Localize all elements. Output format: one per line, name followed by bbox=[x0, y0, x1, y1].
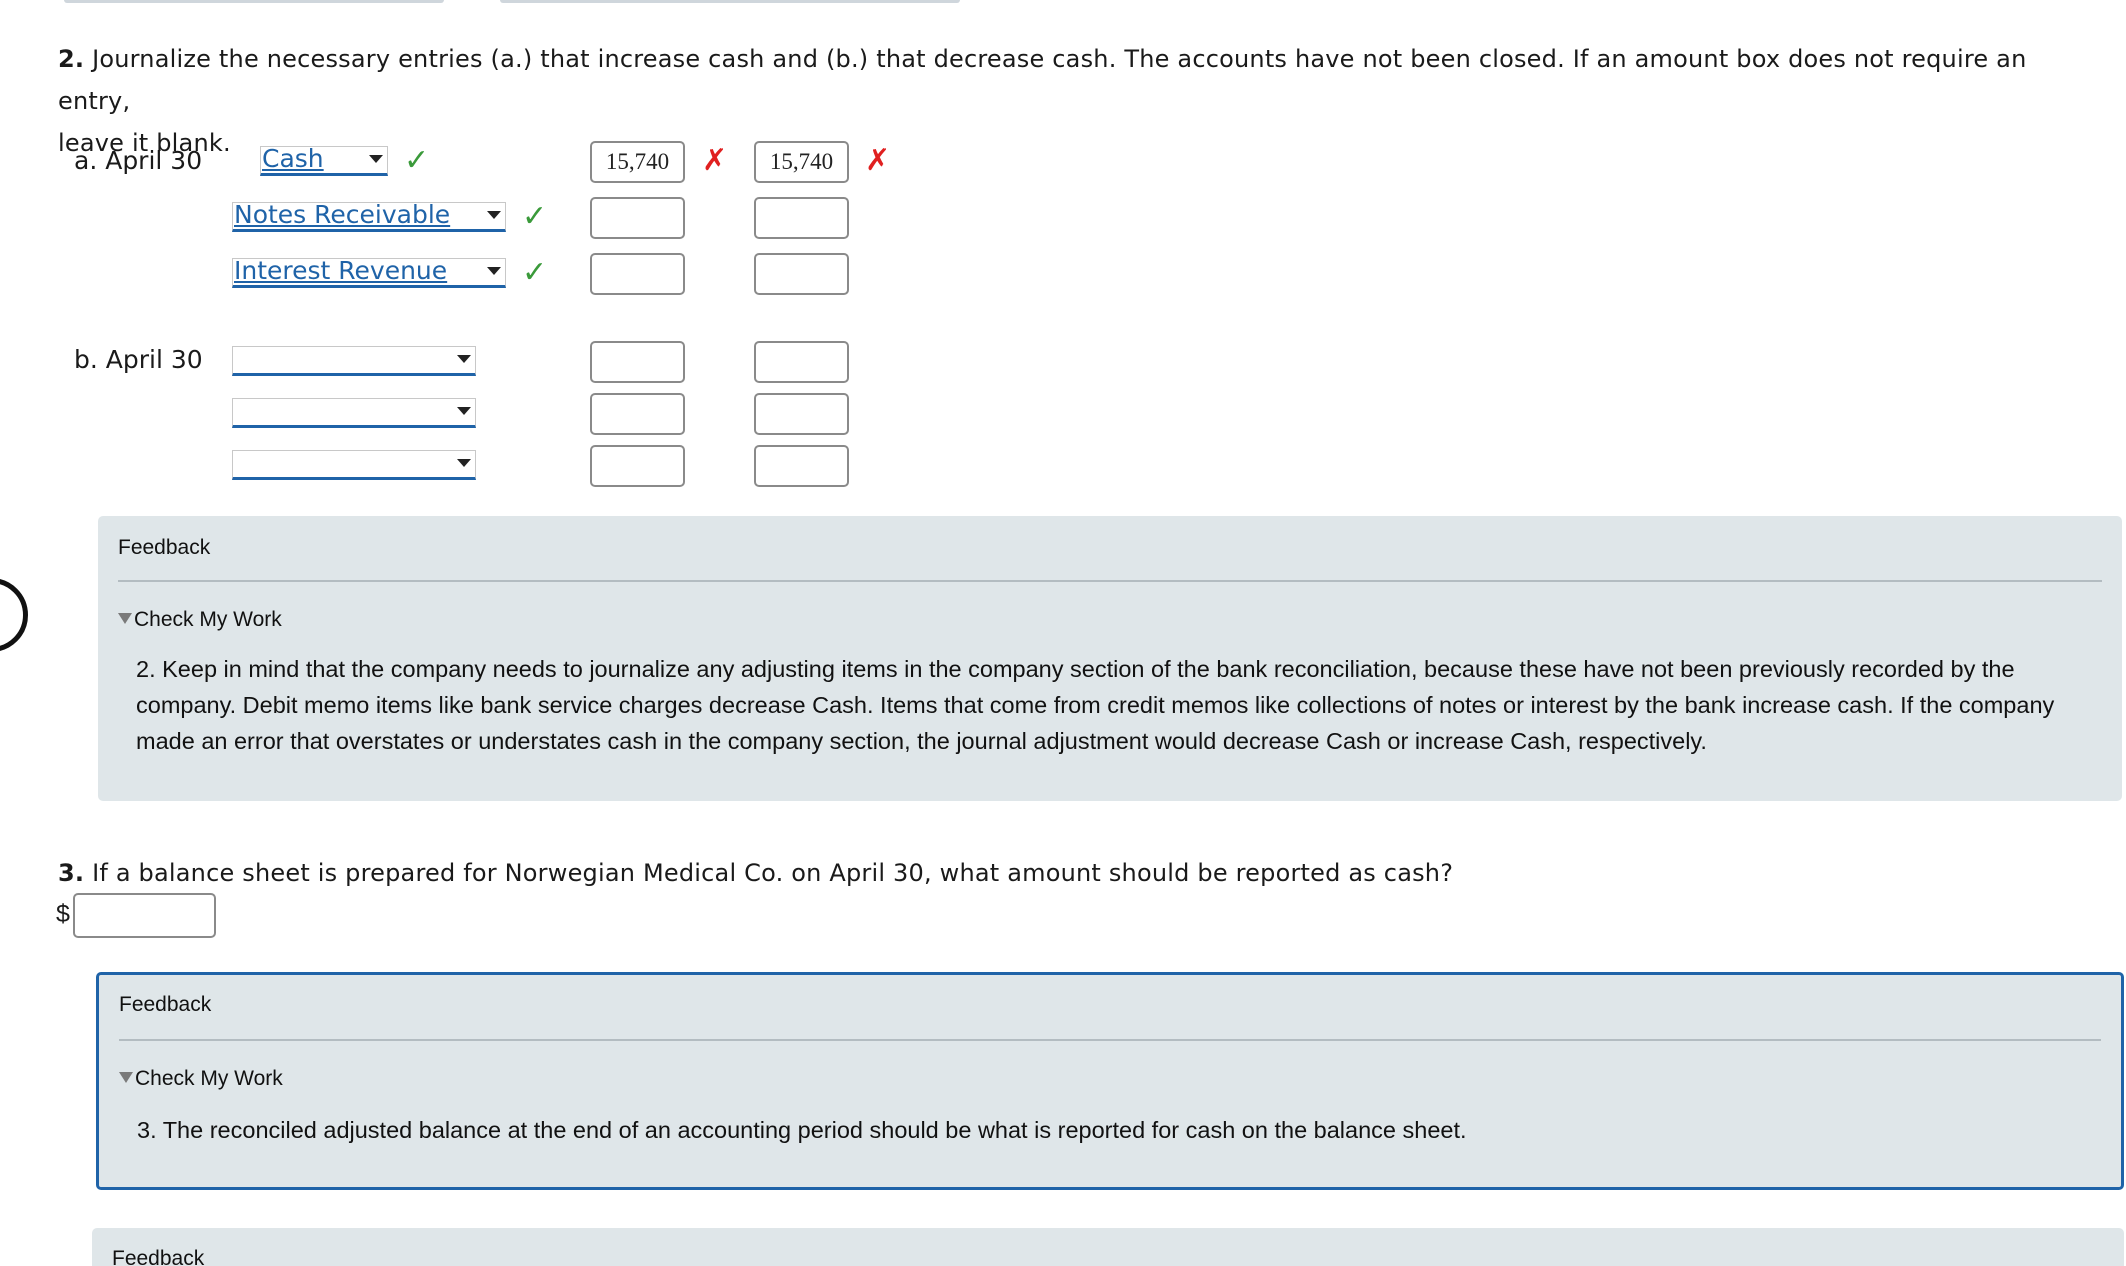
incorrect-x-icon: ✗ bbox=[702, 143, 728, 178]
dropdown-arrow-icon bbox=[369, 155, 383, 163]
top-tab-left[interactable] bbox=[64, 0, 444, 3]
expand-triangle-icon bbox=[119, 1072, 133, 1083]
question-2-line1: Journalize the necessary entries (a.) th… bbox=[58, 45, 2027, 115]
side-nav-circle[interactable] bbox=[0, 578, 28, 652]
selected-account: Notes Receivable bbox=[234, 200, 451, 229]
entry-b-credit-2[interactable] bbox=[754, 393, 849, 435]
correct-check-icon: ✓ bbox=[522, 199, 548, 234]
check-my-work-toggle[interactable]: Check My Work bbox=[118, 608, 282, 632]
feedback-body: 3. The reconciled adjusted balance at th… bbox=[137, 1117, 1467, 1143]
question-number: 3. bbox=[58, 859, 85, 887]
selected-account: Interest Revenue bbox=[234, 256, 448, 285]
entry-b-account-select-2[interactable] bbox=[232, 398, 476, 428]
feedback-divider bbox=[119, 1039, 2101, 1041]
entry-a-credit-1[interactable]: 15,740 bbox=[754, 141, 849, 183]
entry-b-credit-3[interactable] bbox=[754, 445, 849, 487]
feedback-panel-2: Feedback Check My Work 2. Keep in mind t… bbox=[98, 516, 2122, 801]
question-3-text: 3. If a balance sheet is prepared for No… bbox=[58, 852, 2098, 894]
entry-b-debit-2[interactable] bbox=[590, 393, 685, 435]
dropdown-arrow-icon bbox=[457, 407, 471, 415]
entry-a-date: a. April 30 bbox=[74, 146, 203, 175]
entry-a-credit-2[interactable] bbox=[754, 197, 849, 239]
cash-amount-input[interactable] bbox=[73, 893, 216, 938]
entry-a-debit-1[interactable]: 15,740 bbox=[590, 141, 685, 183]
feedback-panel-next: Feedback bbox=[92, 1228, 2124, 1266]
entry-a-account-select-1[interactable]: Cash bbox=[260, 144, 388, 176]
entry-a-credit-3[interactable] bbox=[754, 253, 849, 295]
currency-symbol: $ bbox=[56, 900, 70, 928]
feedback-panel-3: Feedback Check My Work 3. The reconciled… bbox=[96, 972, 2124, 1190]
correct-check-icon: ✓ bbox=[522, 255, 548, 290]
question-3-prompt: If a balance sheet is prepared for Norwe… bbox=[92, 859, 1454, 887]
entry-b-credit-1[interactable] bbox=[754, 341, 849, 383]
question-number: 2. bbox=[58, 45, 85, 73]
entry-a-account-select-3[interactable]: Interest Revenue bbox=[232, 256, 506, 288]
feedback-title: Feedback bbox=[118, 536, 211, 559]
top-tab-right[interactable] bbox=[500, 0, 960, 3]
selected-account: Cash bbox=[262, 144, 324, 173]
entry-b-date: b. April 30 bbox=[74, 345, 203, 374]
feedback-title: Feedback bbox=[119, 993, 212, 1016]
dropdown-arrow-icon bbox=[487, 267, 501, 275]
entry-b-debit-1[interactable] bbox=[590, 341, 685, 383]
entry-a-account-select-2[interactable]: Notes Receivable bbox=[232, 200, 506, 232]
check-my-work-label: Check My Work bbox=[135, 1067, 283, 1090]
incorrect-x-icon: ✗ bbox=[865, 143, 891, 178]
feedback-title: Feedback bbox=[112, 1247, 205, 1266]
correct-check-icon: ✓ bbox=[404, 143, 430, 178]
entry-b-account-select-3[interactable] bbox=[232, 450, 476, 480]
dropdown-arrow-icon bbox=[457, 459, 471, 467]
expand-triangle-icon bbox=[118, 613, 132, 624]
dropdown-arrow-icon bbox=[487, 211, 501, 219]
check-my-work-label: Check My Work bbox=[134, 608, 282, 631]
dropdown-arrow-icon bbox=[457, 355, 471, 363]
entry-a-debit-3[interactable] bbox=[590, 253, 685, 295]
check-my-work-toggle[interactable]: Check My Work bbox=[119, 1067, 283, 1091]
entry-b-account-select-1[interactable] bbox=[232, 346, 476, 376]
entry-b-debit-3[interactable] bbox=[590, 445, 685, 487]
entry-a-debit-2[interactable] bbox=[590, 197, 685, 239]
feedback-divider bbox=[118, 580, 2102, 582]
feedback-body: 2. Keep in mind that the company needs t… bbox=[136, 656, 2055, 754]
